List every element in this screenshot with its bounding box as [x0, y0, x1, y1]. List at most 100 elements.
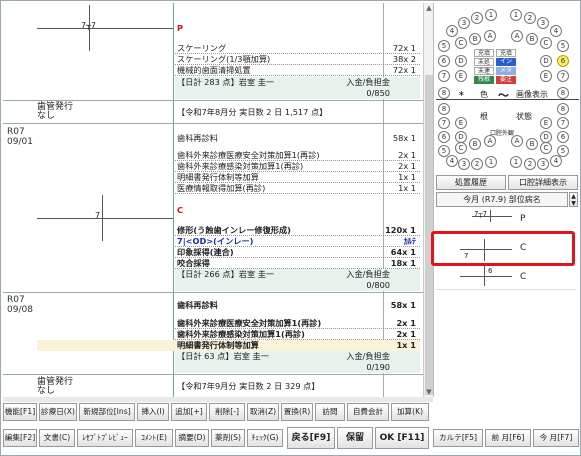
tooth-button[interactable]: 6 [557, 131, 569, 143]
function-button[interactable]: 機能[F1] [3, 403, 37, 421]
tooth-button[interactable]: 2 [471, 12, 483, 24]
selected-procedure-line[interactable]: 明細書発行体制等加算 1x 1 [37, 340, 420, 351]
tooth-button[interactable]: 3 [537, 17, 549, 29]
tooth-button[interactable]: 3 [537, 158, 549, 170]
status-cell[interactable]: 残根 [474, 76, 494, 84]
receipt-preview-button[interactable]: ﾚｾﾌﾟﾄﾌﾟﾚﾋﾞｭｰ [77, 429, 133, 447]
list-item[interactable]: 6 C [436, 266, 576, 290]
add-button[interactable]: 追加[+] [171, 403, 207, 421]
edit-button[interactable]: 編集[F2] [3, 429, 37, 447]
tooth-button[interactable]: D [455, 55, 467, 67]
tooth-button[interactable]: B [469, 33, 481, 45]
addition-button[interactable]: 加算(K) [391, 403, 429, 421]
back-button[interactable]: 戻る[F9] [287, 427, 335, 449]
tooth-button[interactable]: 4 [446, 155, 458, 167]
status-cell[interactable]: 要注 [496, 76, 516, 84]
tooth-button[interactable]: A [511, 135, 523, 147]
visit-title[interactable]: 歯科再診料 58x 1 [175, 300, 420, 311]
tooth-button[interactable]: 8 [438, 103, 450, 115]
tooth-button[interactable]: 7 [557, 70, 569, 82]
status-cell[interactable]: 充填 [496, 49, 516, 57]
tooth-button[interactable]: C [540, 37, 552, 49]
tooth-button[interactable]: 6 [438, 131, 450, 143]
tooth-button[interactable]: A [484, 135, 496, 147]
tooth-button[interactable]: 8 [557, 87, 569, 99]
tooth-button[interactable]: B [469, 138, 481, 150]
horizontal-scrollbar[interactable] [3, 397, 433, 402]
tooth-button[interactable]: 3 [458, 17, 470, 29]
tooth-button[interactable]: 6 [438, 55, 450, 67]
summary-button[interactable]: 摘要(D) [175, 429, 209, 447]
ok-button[interactable]: OK [F11] [375, 427, 429, 449]
tab-mouth-detail[interactable]: 口腔詳細表示 [508, 175, 578, 190]
status-label[interactable]: 状態 [516, 111, 532, 122]
procedure-line[interactable]: スケーリング 72x 1 [175, 43, 420, 54]
tooth-button[interactable]: 5 [438, 40, 450, 52]
tooth-button[interactable]: E [455, 117, 467, 129]
procedure-line[interactable]: 歯科外来診療感染対策加算1(再診) 2x 1 [175, 161, 420, 172]
tooth-button[interactable]: C [455, 37, 467, 49]
tooth-button[interactable]: 2 [524, 158, 536, 170]
tooth-button[interactable]: 1 [485, 156, 497, 168]
this-month-button[interactable]: 今 月[F7] [533, 429, 579, 447]
tooth-button[interactable]: 7 [557, 117, 569, 129]
tooth-button[interactable]: A [484, 30, 496, 42]
tooth-button[interactable]: 8 [438, 87, 450, 99]
status-cell[interactable]: 充填 [474, 49, 494, 57]
tooth-button[interactable]: 4 [550, 25, 562, 37]
insert-button[interactable]: 挿入(I) [137, 403, 169, 421]
status-cell[interactable]: 未連 [474, 67, 494, 75]
procedure-line[interactable]: 印象採得(連合) 64x 1 [175, 247, 420, 258]
visit-title[interactable]: 歯科再診料 58x 1 [175, 133, 420, 144]
tooth-button[interactable]: 1 [485, 9, 497, 21]
tooth-button[interactable]: 5 [557, 40, 569, 52]
tooth-button[interactable]: B [526, 138, 538, 150]
procedure-line[interactable]: スケーリング(1/3顎加算) 38x 2 [175, 54, 420, 65]
procedure-line[interactable]: 機械的歯面清掃処置 72x 1 [175, 65, 420, 76]
visit-date-button[interactable]: 診療日(X) [39, 403, 77, 421]
procedure-line[interactable]: 明細書発行体制等加算 1x 1 [175, 172, 420, 183]
tooth-button[interactable]: 7 [438, 117, 450, 129]
status-cell[interactable]: メタ [496, 67, 516, 75]
tooth-button[interactable]: 3 [458, 158, 470, 170]
treatment-ledger[interactable]: 7┬7 P スケーリング 72x 1 スケーリング(1/3顎加算) 38x 2 機械… [3, 3, 423, 397]
tooth-button[interactable]: C [455, 142, 467, 154]
tooth-button[interactable]: 2 [471, 158, 483, 170]
tooth-button[interactable]: E [455, 70, 467, 82]
tooth-button[interactable]: 7 [438, 70, 450, 82]
procedure-line[interactable]: 修形(う蝕歯インレー修復形成) 120x 1 [175, 225, 420, 236]
tooth-button[interactable]: E [540, 70, 552, 82]
tooth-button[interactable]: 4 [550, 155, 562, 167]
document-button[interactable]: 文書(C) [39, 429, 75, 447]
period-selector[interactable]: 今月 (R7.9) 部位病名 [436, 192, 568, 207]
hold-button[interactable]: 保留 [337, 427, 373, 449]
period-spinner-icon[interactable]: ▲ ▼ [569, 192, 578, 207]
delete-button[interactable]: 削除[-] [209, 403, 245, 421]
tooth-button[interactable]: C [540, 142, 552, 154]
tooth-button[interactable]: B [526, 33, 538, 45]
ledger-scrollbar[interactable]: ▲ ▼ [423, 3, 433, 397]
status-cell[interactable]: イン [496, 58, 516, 66]
replace-button[interactable]: 置換(R) [281, 403, 313, 421]
procedure-line[interactable]: 医療情報取得加算(再診) 1x 1 [175, 183, 420, 194]
visit-button[interactable]: 訪問 [315, 403, 345, 421]
tooth-button[interactable]: 2 [524, 12, 536, 24]
tooth-button[interactable]: 4 [446, 25, 458, 37]
tooth-button[interactable]: 1 [510, 9, 522, 21]
tooth-button[interactable]: D [540, 55, 552, 67]
procedure-line[interactable]: 歯科外来診療医療安全対策加算1(再診) 2x 1 [175, 150, 420, 161]
tooth-button[interactable]: 8 [557, 103, 569, 115]
asterisk-label[interactable]: ∗ [458, 89, 465, 98]
chart-button[interactable]: カルテ[F5] [433, 429, 483, 447]
tooth-chart[interactable]: 4 3 2 1 1 2 3 4 5 C B A A B C 5 6 D D 6 … [434, 3, 581, 171]
procedure-line[interactable]: 咬合採得 18x 1 [175, 258, 420, 269]
self-pay-button[interactable]: 自費会計 [347, 403, 389, 421]
procedure-line[interactable]: 歯科外来診療感染対策加算1(再診) 2x 1 [175, 329, 420, 340]
prev-month-button[interactable]: 前 月[F6] [485, 429, 531, 447]
tooth-button[interactable]: 1 [510, 156, 522, 168]
tooth-button[interactable]: A [511, 30, 523, 42]
check-button[interactable]: ﾁｪｯｸ(G) [247, 429, 283, 447]
cancel-button[interactable]: 取消(Z) [247, 403, 279, 421]
status-cell[interactable]: 未処 [474, 58, 494, 66]
comment-button[interactable]: ｺﾒﾝﾄ(E) [135, 429, 173, 447]
